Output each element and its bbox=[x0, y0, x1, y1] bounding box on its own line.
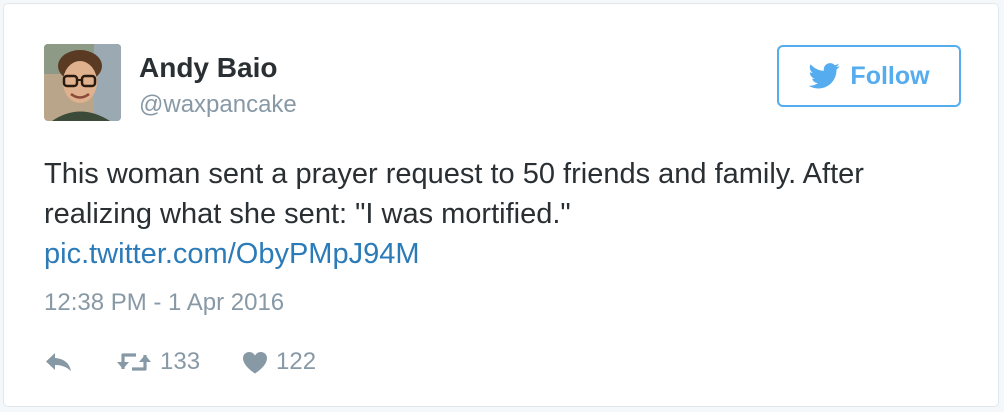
tweet-card: Andy Baio @waxpancake Follow This woman … bbox=[3, 3, 999, 407]
tweet-text-line: This woman sent a prayer request to 50 f… bbox=[44, 158, 864, 190]
tweet-actions: 133 122 bbox=[44, 344, 316, 380]
avatar[interactable] bbox=[44, 44, 121, 121]
reply-button[interactable] bbox=[44, 351, 74, 373]
like-button[interactable]: 122 bbox=[242, 348, 316, 376]
media-link[interactable]: pic.twitter.com/ObyPMpJ94M bbox=[44, 238, 420, 270]
timestamp[interactable]: 12:38 PM - 1 Apr 2016 bbox=[44, 288, 284, 318]
follow-label: Follow bbox=[850, 61, 930, 90]
twitter-bird-icon bbox=[808, 63, 841, 89]
follow-button[interactable]: Follow bbox=[777, 45, 961, 107]
author-handle[interactable]: @waxpancake bbox=[139, 90, 297, 120]
tweet-text: This woman sent a prayer request to 50 f… bbox=[44, 154, 964, 274]
retweet-button[interactable]: 133 bbox=[116, 348, 200, 376]
heart-icon bbox=[243, 351, 268, 373]
reply-icon bbox=[46, 353, 71, 371]
retweet-count: 133 bbox=[160, 348, 201, 375]
avatar-photo bbox=[44, 44, 121, 121]
author-name[interactable]: Andy Baio bbox=[139, 51, 277, 85]
retweet-icon bbox=[117, 353, 151, 371]
like-count: 122 bbox=[276, 348, 317, 375]
tweet-text-line: realizing what she sent: "I was mortifie… bbox=[44, 198, 571, 230]
